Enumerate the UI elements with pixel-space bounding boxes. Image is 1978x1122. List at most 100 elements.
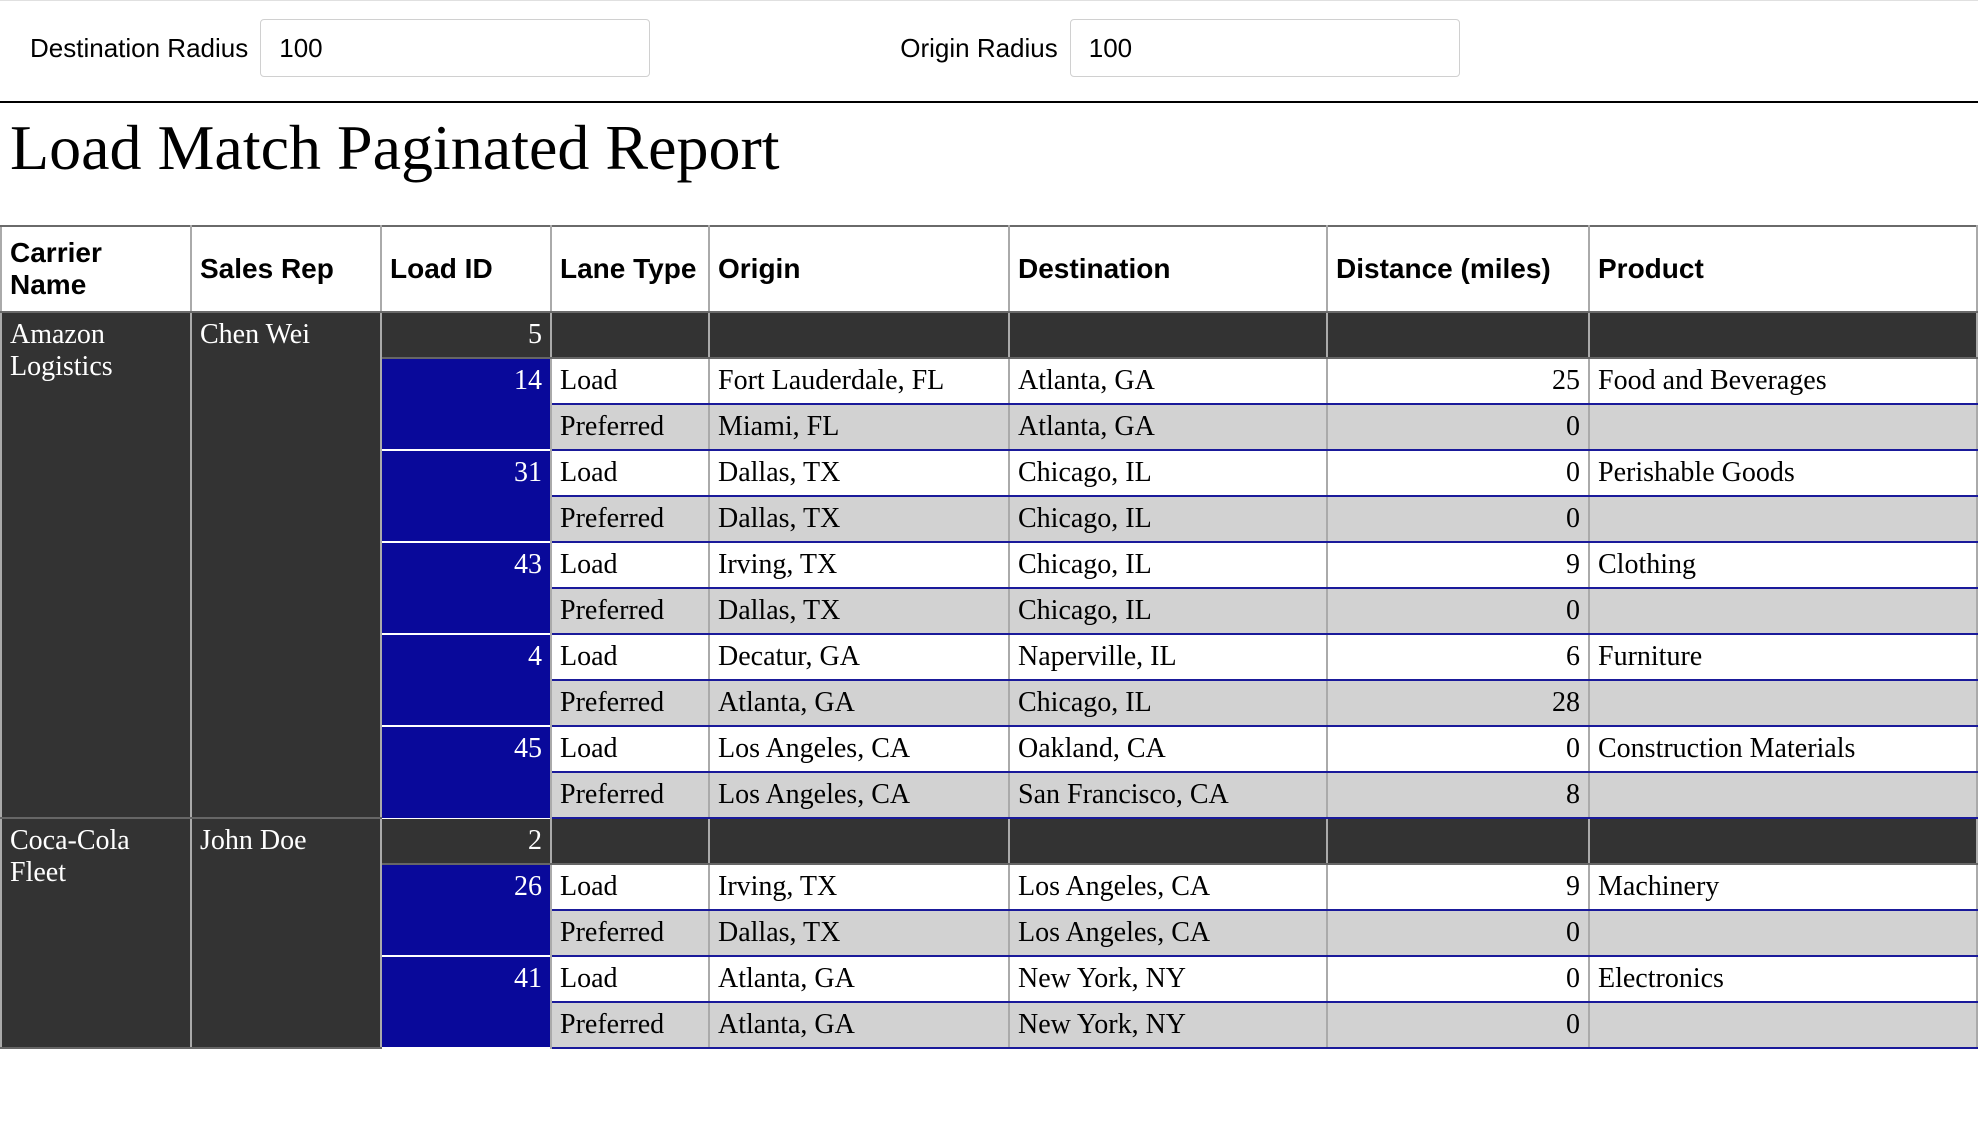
col-header-origin[interactable]: Origin bbox=[709, 226, 1009, 312]
origin-cell: Dallas, TX bbox=[709, 910, 1009, 956]
load-id-cell: 45 bbox=[381, 726, 551, 818]
carrier-group-header: Coca-Cola FleetJohn Doe2 bbox=[1, 818, 1977, 864]
distance-cell: 0 bbox=[1327, 404, 1589, 450]
product-cell: Clothing bbox=[1589, 542, 1977, 588]
origin-radius-label: Origin Radius bbox=[900, 33, 1058, 64]
destination-radius-label: Destination Radius bbox=[30, 33, 248, 64]
col-header-rep[interactable]: Sales Rep bbox=[191, 226, 381, 312]
load-id-cell: 14 bbox=[381, 358, 551, 450]
lane-type-cell: Preferred bbox=[551, 404, 709, 450]
blank-cell bbox=[1327, 818, 1589, 864]
blank-cell bbox=[1009, 818, 1327, 864]
origin-cell: Los Angeles, CA bbox=[709, 772, 1009, 818]
lane-type-cell: Load bbox=[551, 956, 709, 1002]
blank-cell bbox=[551, 818, 709, 864]
destination-cell: Los Angeles, CA bbox=[1009, 864, 1327, 910]
product-cell: Electronics bbox=[1589, 956, 1977, 1002]
product-cell: Perishable Goods bbox=[1589, 450, 1977, 496]
col-header-prod[interactable]: Product bbox=[1589, 226, 1977, 312]
col-header-carrier[interactable]: Carrier Name bbox=[1, 226, 191, 312]
origin-cell: Dallas, TX bbox=[709, 496, 1009, 542]
origin-cell: Miami, FL bbox=[709, 404, 1009, 450]
blank-cell bbox=[1009, 312, 1327, 358]
origin-cell: Decatur, GA bbox=[709, 634, 1009, 680]
distance-cell: 0 bbox=[1327, 910, 1589, 956]
destination-cell: Atlanta, GA bbox=[1009, 404, 1327, 450]
col-header-lane[interactable]: Lane Type bbox=[551, 226, 709, 312]
distance-cell: 8 bbox=[1327, 772, 1589, 818]
blank-cell bbox=[709, 818, 1009, 864]
product-cell: Construction Materials bbox=[1589, 726, 1977, 772]
load-id-cell: 26 bbox=[381, 864, 551, 956]
destination-cell: Los Angeles, CA bbox=[1009, 910, 1327, 956]
destination-cell: New York, NY bbox=[1009, 1002, 1327, 1048]
product-cell bbox=[1589, 404, 1977, 450]
load-id-cell: 4 bbox=[381, 634, 551, 726]
col-header-dist[interactable]: Distance (miles) bbox=[1327, 226, 1589, 312]
blank-cell bbox=[1327, 312, 1589, 358]
product-cell bbox=[1589, 496, 1977, 542]
distance-cell: 0 bbox=[1327, 726, 1589, 772]
sales-rep-cell: John Doe bbox=[191, 818, 381, 1048]
lane-type-cell: Preferred bbox=[551, 680, 709, 726]
distance-cell: 6 bbox=[1327, 634, 1589, 680]
product-cell: Furniture bbox=[1589, 634, 1977, 680]
page-title: Load Match Paginated Report bbox=[10, 111, 1968, 185]
destination-cell: Naperville, IL bbox=[1009, 634, 1327, 680]
col-header-loadid[interactable]: Load ID bbox=[381, 226, 551, 312]
load-match-table: Carrier Name Sales Rep Load ID Lane Type… bbox=[0, 225, 1978, 1049]
origin-cell: Atlanta, GA bbox=[709, 956, 1009, 1002]
destination-cell: Chicago, IL bbox=[1009, 680, 1327, 726]
product-cell bbox=[1589, 1002, 1977, 1048]
origin-cell: Dallas, TX bbox=[709, 450, 1009, 496]
lane-type-cell: Preferred bbox=[551, 772, 709, 818]
carrier-name-cell: Amazon Logistics bbox=[1, 312, 191, 818]
product-cell: Machinery bbox=[1589, 864, 1977, 910]
blank-cell bbox=[551, 312, 709, 358]
distance-cell: 0 bbox=[1327, 588, 1589, 634]
origin-cell: Irving, TX bbox=[709, 864, 1009, 910]
table-header-row: Carrier Name Sales Rep Load ID Lane Type… bbox=[1, 226, 1977, 312]
origin-cell: Atlanta, GA bbox=[709, 680, 1009, 726]
origin-radius-input[interactable] bbox=[1070, 19, 1460, 77]
destination-cell: Chicago, IL bbox=[1009, 496, 1327, 542]
report-parameters: Destination Radius Origin Radius bbox=[0, 0, 1978, 101]
destination-cell: San Francisco, CA bbox=[1009, 772, 1327, 818]
lane-type-cell: Load bbox=[551, 450, 709, 496]
product-cell bbox=[1589, 910, 1977, 956]
distance-cell: 28 bbox=[1327, 680, 1589, 726]
sales-rep-cell: Chen Wei bbox=[191, 312, 381, 818]
group-load-count: 2 bbox=[381, 818, 551, 864]
distance-cell: 0 bbox=[1327, 496, 1589, 542]
blank-cell bbox=[709, 312, 1009, 358]
distance-cell: 0 bbox=[1327, 450, 1589, 496]
origin-cell: Atlanta, GA bbox=[709, 1002, 1009, 1048]
distance-cell: 25 bbox=[1327, 358, 1589, 404]
product-cell: Food and Beverages bbox=[1589, 358, 1977, 404]
blank-cell bbox=[1589, 818, 1977, 864]
load-id-cell: 41 bbox=[381, 956, 551, 1048]
lane-type-cell: Preferred bbox=[551, 496, 709, 542]
destination-cell: New York, NY bbox=[1009, 956, 1327, 1002]
origin-cell: Dallas, TX bbox=[709, 588, 1009, 634]
lane-type-cell: Load bbox=[551, 634, 709, 680]
distance-cell: 9 bbox=[1327, 542, 1589, 588]
lane-type-cell: Load bbox=[551, 542, 709, 588]
blank-cell bbox=[1589, 312, 1977, 358]
destination-cell: Atlanta, GA bbox=[1009, 358, 1327, 404]
group-load-count: 5 bbox=[381, 312, 551, 358]
origin-cell: Los Angeles, CA bbox=[709, 726, 1009, 772]
carrier-group-header: Amazon LogisticsChen Wei5 bbox=[1, 312, 1977, 358]
lane-type-cell: Load bbox=[551, 726, 709, 772]
lane-type-cell: Preferred bbox=[551, 910, 709, 956]
product-cell bbox=[1589, 588, 1977, 634]
carrier-name-cell: Coca-Cola Fleet bbox=[1, 818, 191, 1048]
destination-cell: Oakland, CA bbox=[1009, 726, 1327, 772]
distance-cell: 0 bbox=[1327, 956, 1589, 1002]
lane-type-cell: Load bbox=[551, 358, 709, 404]
distance-cell: 9 bbox=[1327, 864, 1589, 910]
col-header-dest[interactable]: Destination bbox=[1009, 226, 1327, 312]
load-id-cell: 31 bbox=[381, 450, 551, 542]
distance-cell: 0 bbox=[1327, 1002, 1589, 1048]
destination-radius-input[interactable] bbox=[260, 19, 650, 77]
